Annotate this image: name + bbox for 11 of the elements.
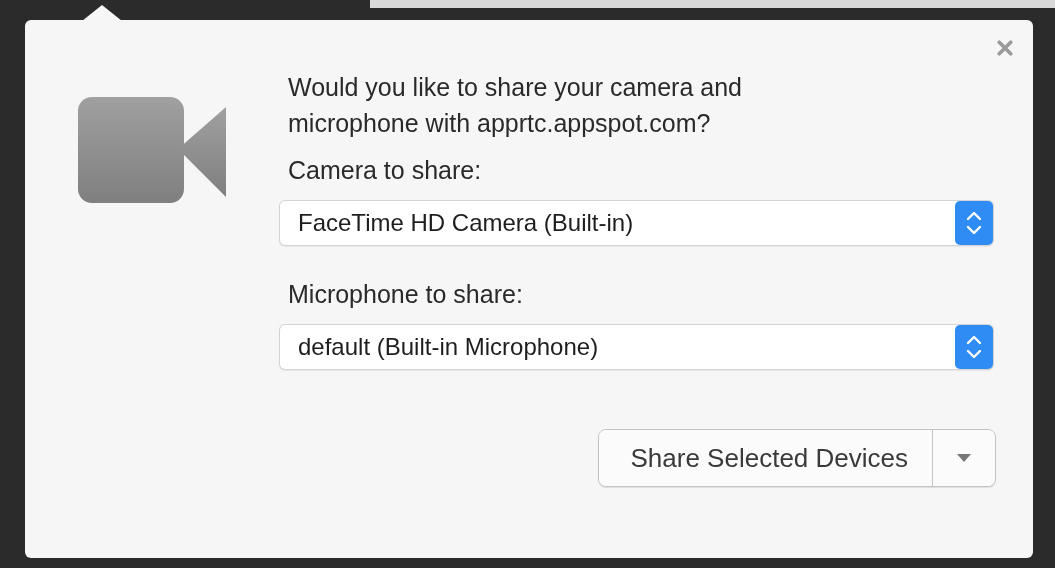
device-select[interactable]: default (Built-in Microphone) — [280, 325, 993, 369]
device-select[interactable]: FaceTime HD Camera (Built-in) — [280, 201, 993, 245]
field-label: Microphone to share: — [287, 279, 524, 309]
video-camera-icon — [78, 97, 228, 203]
caret-icon — [957, 454, 971, 462]
close-icon[interactable] — [997, 40, 1013, 56]
stepper-arrows-icon[interactable] — [955, 201, 993, 245]
share-button[interactable]: Share Selected Devices — [598, 430, 933, 486]
stepper-arrows-icon[interactable] — [955, 325, 993, 369]
field-label: Camera to share: — [287, 155, 483, 185]
prompt-question: Would you like to share your camera and microphone with apprtc.appspot.com? — [287, 72, 743, 139]
